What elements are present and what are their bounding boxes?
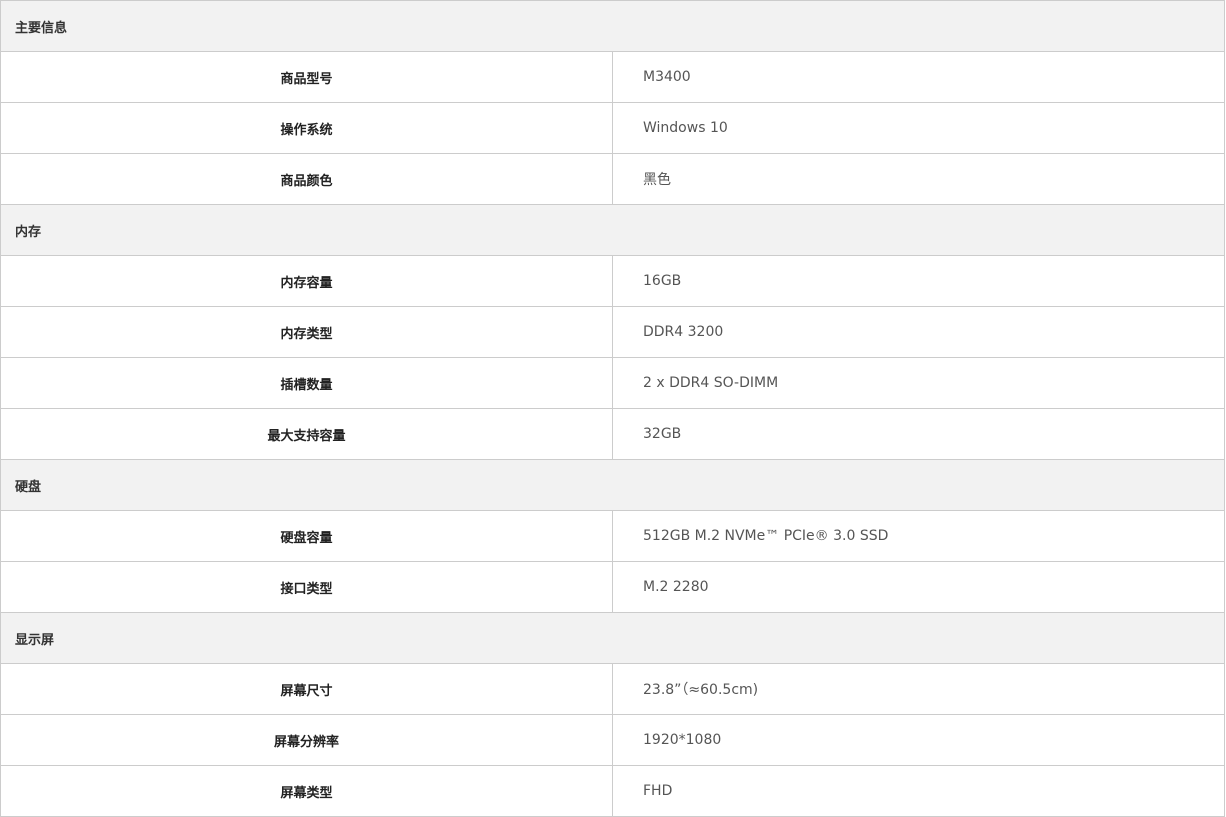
spec-value: 16GB bbox=[612, 255, 1225, 307]
spec-value: M.2 2280 bbox=[612, 561, 1225, 613]
spec-value: 512GB M.2 NVMe™ PCIe® 3.0 SSD bbox=[612, 510, 1225, 562]
spec-label: 屏幕尺寸 bbox=[0, 663, 613, 715]
spec-label: 内存容量 bbox=[0, 255, 613, 307]
spec-value: M3400 bbox=[612, 51, 1225, 103]
spec-label: 商品型号 bbox=[0, 51, 613, 103]
spec-label: 商品颜色 bbox=[0, 153, 613, 205]
spec-value: 黑色 bbox=[612, 153, 1225, 205]
spec-row: 屏幕类型 FHD bbox=[0, 765, 1225, 817]
section-header-storage: 硬盘 bbox=[0, 459, 1225, 511]
section-title: 显示屏 bbox=[0, 612, 1225, 664]
spec-value: 32GB bbox=[612, 408, 1225, 460]
spec-label: 操作系统 bbox=[0, 102, 613, 154]
spec-label: 硬盘容量 bbox=[0, 510, 613, 562]
spec-value: 1920*1080 bbox=[612, 714, 1225, 766]
spec-row: 最大支持容量 32GB bbox=[0, 408, 1225, 460]
section-title: 内存 bbox=[0, 204, 1225, 256]
section-header-memory: 内存 bbox=[0, 204, 1225, 256]
section-header-main-info: 主要信息 bbox=[0, 0, 1225, 52]
spec-value: 23.8”（≈60.5cm) bbox=[612, 663, 1225, 715]
spec-value: DDR4 3200 bbox=[612, 306, 1225, 358]
spec-row: 硬盘容量 512GB M.2 NVMe™ PCIe® 3.0 SSD bbox=[0, 510, 1225, 562]
spec-row: 屏幕分辨率 1920*1080 bbox=[0, 714, 1225, 766]
spec-label: 接口类型 bbox=[0, 561, 613, 613]
spec-label: 内存类型 bbox=[0, 306, 613, 358]
spec-table: 主要信息 商品型号 M3400 操作系统 Windows 10 商品颜色 黑色 … bbox=[0, 0, 1225, 817]
spec-row: 屏幕尺寸 23.8”（≈60.5cm) bbox=[0, 663, 1225, 715]
spec-row: 商品型号 M3400 bbox=[0, 51, 1225, 103]
spec-label: 屏幕分辨率 bbox=[0, 714, 613, 766]
spec-label: 屏幕类型 bbox=[0, 765, 613, 817]
section-title: 主要信息 bbox=[0, 0, 1225, 52]
spec-label: 插槽数量 bbox=[0, 357, 613, 409]
spec-row: 操作系统 Windows 10 bbox=[0, 102, 1225, 154]
spec-row: 插槽数量 2 x DDR4 SO-DIMM bbox=[0, 357, 1225, 409]
spec-value: Windows 10 bbox=[612, 102, 1225, 154]
section-header-display: 显示屏 bbox=[0, 612, 1225, 664]
spec-row: 内存容量 16GB bbox=[0, 255, 1225, 307]
spec-row: 商品颜色 黑色 bbox=[0, 153, 1225, 205]
spec-label: 最大支持容量 bbox=[0, 408, 613, 460]
spec-row: 接口类型 M.2 2280 bbox=[0, 561, 1225, 613]
spec-value: 2 x DDR4 SO-DIMM bbox=[612, 357, 1225, 409]
section-title: 硬盘 bbox=[0, 459, 1225, 511]
spec-row: 内存类型 DDR4 3200 bbox=[0, 306, 1225, 358]
spec-value: FHD bbox=[612, 765, 1225, 817]
